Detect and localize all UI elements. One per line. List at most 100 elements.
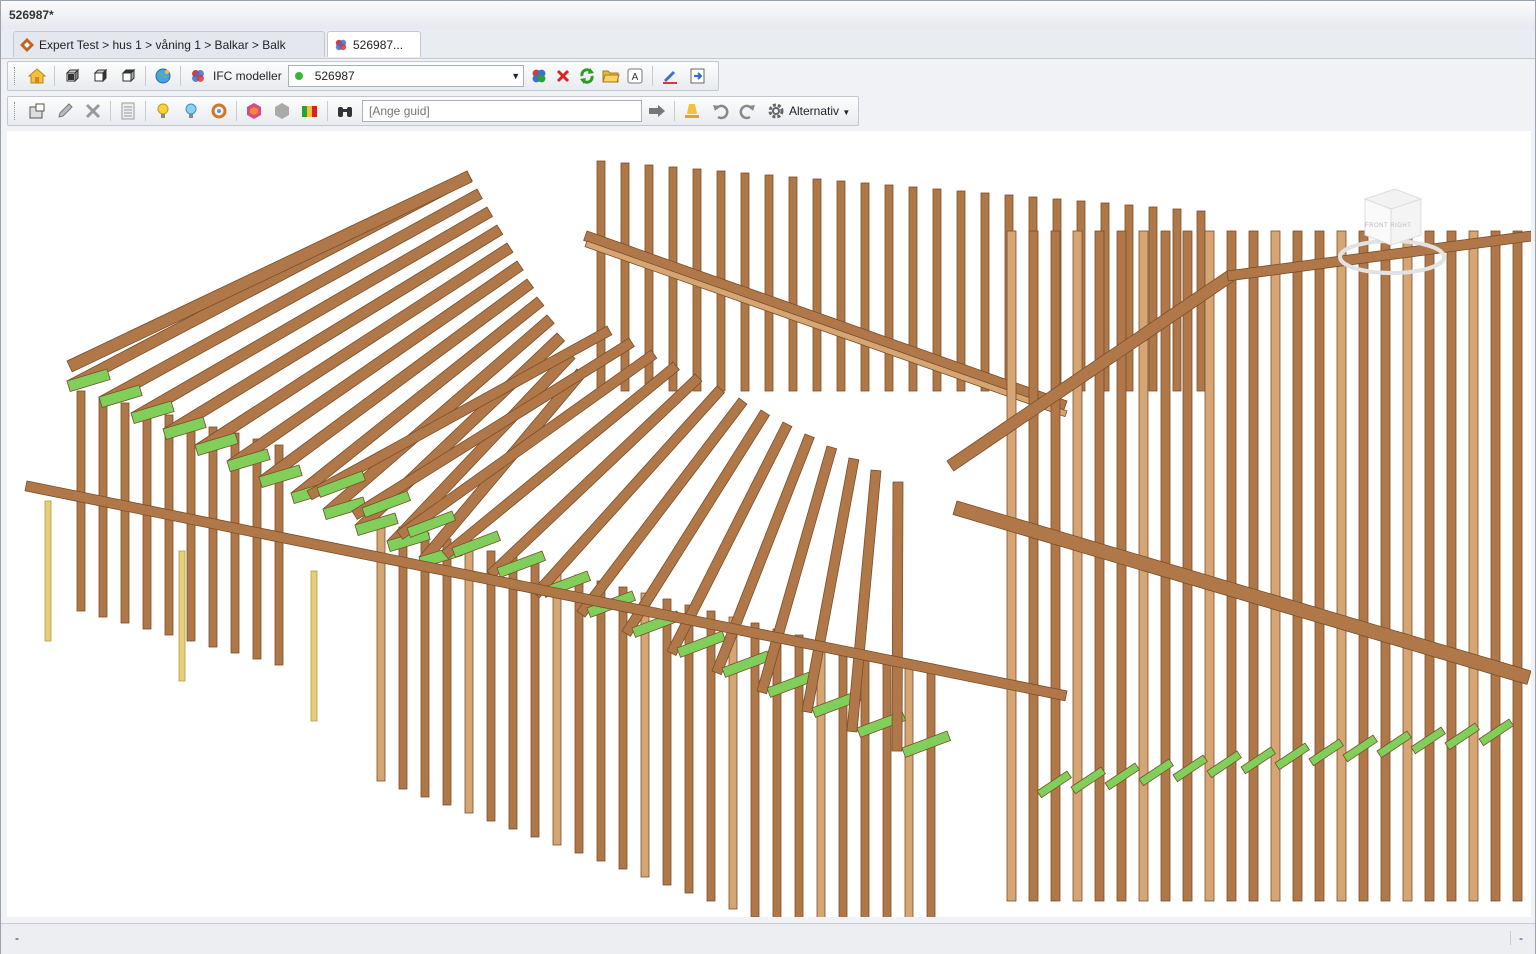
tab-bar: Expert Test > hus 1 > våning 1 > Balkar … bbox=[1, 29, 1535, 59]
wall-stud bbox=[816, 640, 826, 917]
bulb-yellow-icon[interactable] bbox=[152, 100, 174, 122]
toolbar-separator bbox=[110, 101, 111, 121]
wall-stud bbox=[508, 556, 518, 830]
wall-stud bbox=[1094, 230, 1105, 902]
wall-stud bbox=[1468, 230, 1479, 902]
wall-stud bbox=[142, 408, 152, 630]
wall-stud bbox=[420, 532, 430, 798]
wall-stud bbox=[838, 646, 848, 917]
wall-stud bbox=[956, 190, 966, 392]
nav-cube-label: FRONT RIGHT bbox=[1365, 223, 1412, 229]
wall-stud bbox=[1358, 230, 1369, 902]
top-plate bbox=[584, 240, 1068, 418]
wall-stud bbox=[120, 402, 130, 624]
edit-pen-icon[interactable] bbox=[659, 65, 681, 87]
porch-post bbox=[178, 550, 186, 682]
toolbar-separator bbox=[651, 66, 653, 86]
orbit-icon[interactable] bbox=[208, 100, 230, 122]
toolbar-grip[interactable] bbox=[14, 67, 18, 85]
refresh-icon[interactable] bbox=[576, 65, 598, 87]
text-a-icon[interactable]: A bbox=[624, 65, 646, 87]
chevron-down-icon[interactable]: ▼ bbox=[509, 71, 523, 81]
app-window: 526987* Expert Test > hus 1 > våning 1 >… bbox=[0, 0, 1536, 954]
toolbar-separator bbox=[145, 66, 146, 86]
view-toolbar: Alternativ ▼ bbox=[7, 96, 859, 126]
toolbar-separator bbox=[327, 101, 328, 121]
toolbar-separator bbox=[236, 101, 237, 121]
tab-expert-test[interactable]: Expert Test > hus 1 > våning 1 > Balkar … bbox=[13, 31, 325, 57]
bulb-blue-icon[interactable] bbox=[180, 100, 202, 122]
properties-icon[interactable] bbox=[26, 100, 48, 122]
wall-stud bbox=[1424, 230, 1435, 902]
color-bars-icon[interactable] bbox=[299, 100, 321, 122]
wall-stud bbox=[464, 544, 474, 814]
wall-stud bbox=[1050, 230, 1061, 902]
undo-icon[interactable] bbox=[709, 100, 731, 122]
cube-top-icon[interactable] bbox=[117, 65, 139, 87]
wall-stud bbox=[1314, 230, 1325, 902]
wall-stud bbox=[1204, 230, 1215, 902]
wall-stud bbox=[662, 598, 672, 886]
model-select-value: 526987 bbox=[314, 69, 355, 83]
model-toolbar: IFC modeller 526987 ▼ A bbox=[7, 61, 719, 91]
wall-stud bbox=[186, 420, 196, 642]
redo-icon[interactable] bbox=[737, 100, 759, 122]
3d-viewport[interactable]: FRONT RIGHT bbox=[7, 131, 1531, 917]
floor-joist bbox=[891, 481, 904, 752]
cube-side-icon[interactable] bbox=[89, 65, 111, 87]
wall-stud bbox=[904, 664, 914, 917]
highlight-icon[interactable] bbox=[681, 100, 703, 122]
list-icon[interactable] bbox=[117, 100, 139, 122]
wall-stud bbox=[574, 574, 584, 854]
globe-icon[interactable] bbox=[152, 65, 174, 87]
wall-stud bbox=[1148, 206, 1158, 392]
wall-stud bbox=[486, 550, 496, 822]
ifc-models-label: IFC modeller bbox=[213, 69, 282, 83]
title-bar: 526987* bbox=[1, 1, 1535, 30]
delete-icon[interactable] bbox=[552, 65, 574, 87]
tab-model[interactable]: 526987... bbox=[327, 31, 421, 57]
wall-stud bbox=[252, 438, 262, 660]
wall-stud bbox=[728, 616, 738, 910]
wall-stud bbox=[552, 568, 562, 846]
wall-stud bbox=[860, 652, 870, 917]
binoculars-icon[interactable] bbox=[334, 100, 356, 122]
cube-front-icon[interactable] bbox=[61, 65, 83, 87]
go-arrow-icon[interactable] bbox=[646, 100, 668, 122]
gear-icon[interactable] bbox=[765, 100, 787, 122]
top-plate bbox=[952, 500, 1531, 685]
building-frame-model[interactable] bbox=[7, 131, 1531, 917]
toolbar-separator bbox=[54, 66, 55, 86]
folder-open-icon[interactable] bbox=[600, 65, 622, 87]
wall-stud bbox=[772, 628, 782, 917]
wall-stud bbox=[1182, 230, 1193, 902]
wall-stud bbox=[882, 658, 892, 917]
wall-stud bbox=[764, 174, 774, 392]
home-icon[interactable] bbox=[26, 65, 48, 87]
wall-stud bbox=[1380, 230, 1391, 902]
chevron-down-icon: ▼ bbox=[842, 108, 851, 117]
wall-stud bbox=[788, 176, 798, 392]
nav-cube-icon bbox=[1338, 188, 1446, 275]
color-hex-icon[interactable] bbox=[243, 100, 265, 122]
status-bar: - - bbox=[1, 923, 1535, 954]
model-select[interactable]: 526987 ▼ bbox=[287, 65, 524, 87]
wall-stud bbox=[1292, 230, 1303, 902]
porch-post bbox=[44, 500, 52, 642]
guid-input-box[interactable] bbox=[362, 100, 642, 122]
gray-hex-icon[interactable] bbox=[271, 100, 293, 122]
status-left: - bbox=[15, 931, 19, 945]
wall-stud bbox=[1028, 230, 1039, 902]
pencil-icon[interactable] bbox=[54, 100, 76, 122]
export-icon[interactable] bbox=[687, 65, 709, 87]
wall-stud bbox=[442, 538, 452, 806]
nav-cube[interactable]: FRONT RIGHT bbox=[1337, 188, 1447, 279]
wall-stud bbox=[860, 182, 870, 392]
guid-input[interactable] bbox=[367, 103, 621, 119]
tools-icon[interactable] bbox=[82, 100, 104, 122]
wall-stud bbox=[836, 180, 846, 392]
wall-stud bbox=[706, 610, 716, 902]
toolbar-grip[interactable] bbox=[14, 102, 18, 120]
alternativ-menu[interactable]: Alternativ ▼ bbox=[789, 104, 850, 118]
add-model-icon[interactable] bbox=[528, 65, 550, 87]
